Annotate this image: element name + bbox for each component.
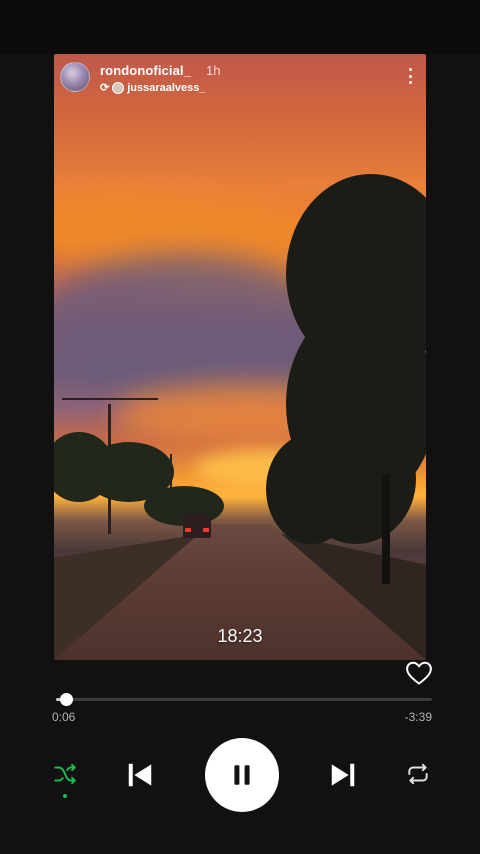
tree-trunk xyxy=(382,474,390,584)
avatar[interactable] xyxy=(60,62,90,92)
story-time-ago: 1h xyxy=(206,63,221,78)
pause-icon xyxy=(234,765,250,785)
heart-outline-icon[interactable] xyxy=(404,658,434,688)
story-username[interactable]: rondonoficial_ xyxy=(100,63,191,78)
more-vertical-icon[interactable] xyxy=(408,68,412,84)
elapsed-time: 0:06 xyxy=(52,710,76,724)
shuffle-icon[interactable] xyxy=(50,759,80,789)
remaining-time: -3:39 xyxy=(404,710,432,724)
street-light-arm xyxy=(62,398,158,400)
tail-light xyxy=(185,528,191,532)
video-timestamp-overlay: 18:23 xyxy=(217,626,263,646)
tail-light xyxy=(203,528,209,532)
repost-attribution[interactable]: ⟳ jussaraalvess_ xyxy=(100,81,206,95)
mini-avatar xyxy=(112,82,125,94)
repost-icon: ⟳ xyxy=(100,81,110,94)
shuffle-active-indicator xyxy=(63,794,67,798)
repeat-icon[interactable] xyxy=(402,759,434,789)
story-video[interactable]: rondonoficial_ 1h ⟳ jussaraalvess_ 18:23 xyxy=(54,54,426,660)
car xyxy=(183,514,211,538)
progress-scrubber-handle[interactable] xyxy=(60,693,74,706)
playback-controls xyxy=(0,735,480,815)
pause-button[interactable] xyxy=(205,738,279,812)
tree xyxy=(266,434,356,544)
story-header: rondonoficial_ 1h ⟳ jussaraalvess_ xyxy=(60,62,420,98)
skip-previous-icon[interactable] xyxy=(120,755,160,795)
skip-next-icon[interactable] xyxy=(323,755,363,795)
reposted-from-username[interactable]: jussaraalvess_ xyxy=(127,82,205,94)
status-bar-area xyxy=(0,0,480,54)
progress-bar[interactable] xyxy=(56,693,432,706)
